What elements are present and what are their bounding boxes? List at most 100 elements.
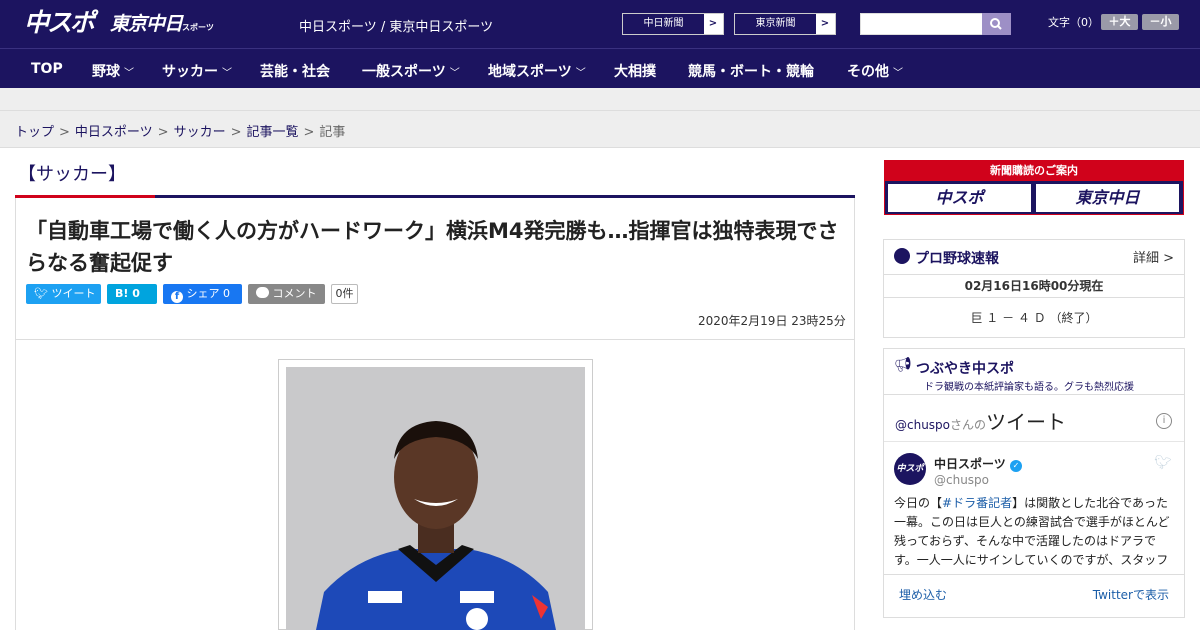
tokyo-chunichi-logo[interactable]: 東京中日スポーツ [110,12,214,40]
chunichi-shimbun-button[interactable]: 中日新聞 > [622,13,724,35]
chevron-down-icon: ﹀ [449,68,460,79]
facebook-share-button[interactable]: f シェア 0 [163,284,242,304]
tweet-text-pre: 今日の【 [894,496,943,510]
hatena-bookmark-button[interactable]: B! 0 [107,284,157,304]
breadcrumb-sep: > [230,125,242,140]
timeline-footer-divider [884,574,1184,575]
chevron-down-icon: ﹀ [222,68,232,79]
breadcrumb-article-list[interactable]: 記事一覧 [247,125,299,140]
view-on-twitter-link[interactable]: Twitterで表示 [1093,586,1169,603]
nav-general-sports[interactable]: 一般スポーツ ﹀ [362,61,460,81]
nav-baseball[interactable]: 野球 ﹀ [92,61,134,81]
info-icon[interactable]: i [1156,413,1172,429]
nav-label: 一般スポーツ [362,64,446,80]
player-photo-drawing [286,367,585,630]
chevron-right-icon: > [820,18,830,29]
player-photo [286,367,585,630]
article-headline: 「自動車工場で働く人の方がハードワーク」横浜M4発完勝も…指揮官は独特表現でさら… [26,219,839,275]
baseball-asof: 02月16日16時00分現在 [884,274,1184,298]
tweet-label: ツイート [51,287,96,300]
subscribe-tokyo-chunichi-button[interactable]: 東京中日 [1036,184,1179,212]
facebook-icon: f [171,291,183,303]
breadcrumb-sep: > [59,125,70,140]
comment-label: コメント [272,287,317,300]
breadcrumb-sep: > [303,125,315,140]
breadcrumb-soccer[interactable]: サッカー [174,125,226,140]
nav-label: 地域スポーツ [488,64,572,80]
nav-label: 競馬・ボート・競輪 [688,64,814,80]
chevron-down-icon: ﹀ [575,68,586,79]
ad-strip [0,88,1200,111]
megaphone-icon: 📢︎ [894,357,912,373]
baseball-score[interactable]: 巨 １ － ４ Ｄ （終了） [884,309,1184,326]
search-input[interactable] [860,13,983,35]
comment-button[interactable]: コメント [248,284,325,304]
subscription-banner[interactable]: 新聞購読のご案内 中スポ 東京中日 [884,160,1184,215]
twitter-icon: 🐦︎ [34,287,48,300]
comment-bubble-icon [256,287,269,298]
twitter-bird-icon: 🐦︎ [1154,455,1172,471]
facebook-share-label: シェア 0 [186,287,231,300]
font-larger-button[interactable]: ＋大 [1101,14,1138,30]
timeline-handle[interactable]: @chuspo [895,418,950,432]
chuspo-logo[interactable]: 中スポ [24,8,95,38]
embed-link[interactable]: 埋め込む [899,586,947,603]
timeline-handle-suffix: さんの [950,418,987,432]
subscribe-chuspo-button[interactable]: 中スポ [888,184,1031,212]
chevron-right-icon: > [708,18,718,29]
nav-top[interactable]: TOP [31,61,63,77]
search-icon [990,18,1002,30]
timeline-header: @chuspoさんのツイート [895,406,1066,435]
nav-racing[interactable]: 競馬・ボート・競輪 [688,61,814,81]
tweet-hashtag[interactable]: #ドラ番記者 [942,496,1012,510]
nav-label: 大相撲 [614,64,656,80]
timeline-tweets-label: ツイート [986,410,1067,434]
category-heading: 【サッカー】 [18,164,126,185]
nav-local-sports[interactable]: 地域スポーツ ﹀ [488,61,586,81]
tsubuyaki-subtitle: ドラ観戦の本紙評論家も語る。グラも熱烈応援 [924,382,1134,393]
font-smaller-button[interactable]: －小 [1142,14,1179,30]
nav-label: 芸能・社会 [260,64,330,80]
verified-badge-icon: ✓ [1009,460,1022,472]
nav-label: TOP [31,61,63,77]
breadcrumb: トップ > 中日スポーツ > サッカー > 記事一覧 > 記事 [0,111,1200,148]
baseball-detail-link[interactable]: 詳細 > [1133,247,1174,266]
chunichi-shimbun-label: 中日新聞 [623,14,704,34]
tokyo-shimbun-label: 東京新聞 [735,14,816,34]
comment-count: 0件 [331,284,358,304]
subscription-title: 新聞購読のご案内 [885,161,1183,181]
baseball-icon [894,248,910,264]
site-header: 中スポ 東京中日スポーツ 中日スポーツ / 東京中日スポーツ 中日新聞 > 東京新… [0,0,1200,48]
breadcrumb-sep: > [157,125,169,140]
baseball-widget-title: プロ野球速報 [915,251,999,267]
tokyo-logo-text: 東京中日 [110,13,183,35]
nav-label: 野球 [92,64,120,80]
nav-sumo[interactable]: 大相撲 [614,61,656,81]
twitter-widget: 📢︎ つぶやき中スポ ドラ観戦の本紙評論家も語る。グラも熱烈応援 @chuspo… [883,348,1185,618]
tsubuyaki-title: つぶやき中スポ [916,361,1014,377]
tweet-text: 今日の【#ドラ番記者】は関散とした北谷であった一幕。この日は巨人との練習試合で選… [894,494,1174,568]
account-name[interactable]: 中日スポーツ ✓ [934,455,1022,472]
nav-entertainment[interactable]: 芸能・社会 [260,61,330,81]
chevron-down-icon: ﹀ [124,68,134,79]
main-nav: TOP 野球 ﹀ サッカー ﹀ 芸能・社会 一般スポーツ ﹀ 地域スポーツ ﹀ 大相撲 … [0,48,1200,88]
account-name-text: 中日スポーツ [934,457,1006,471]
breadcrumb-current: 記事 [319,125,346,140]
site-links[interactable]: 中日スポーツ / 東京中日スポーツ [299,16,493,35]
breadcrumb-chunichi-sports[interactable]: 中日スポーツ [75,125,153,140]
chevron-down-icon: ﹀ [893,68,903,79]
nav-other[interactable]: その他 ﹀ [847,61,903,81]
font-size-label: 文字（0） [1048,16,1099,29]
tweet-button[interactable]: 🐦︎ ツイート [26,284,101,304]
nav-soccer[interactable]: サッカー ﹀ [162,61,232,81]
tokyo-logo-sub: スポーツ [182,23,214,32]
avatar[interactable]: 中スポ [894,453,926,485]
timeline-divider [884,441,1184,442]
nav-label: サッカー [162,64,218,80]
baseball-live-widget: プロ野球速報 詳細 > 02月16日16時00分現在 巨 １ － ４ Ｄ （終了… [883,239,1185,338]
tokyo-shimbun-button[interactable]: 東京新聞 > [734,13,836,35]
nav-label: その他 [847,64,889,80]
breadcrumb-top[interactable]: トップ [15,125,54,140]
search-button[interactable] [982,13,1011,35]
account-handle[interactable]: @chuspo [934,473,989,487]
